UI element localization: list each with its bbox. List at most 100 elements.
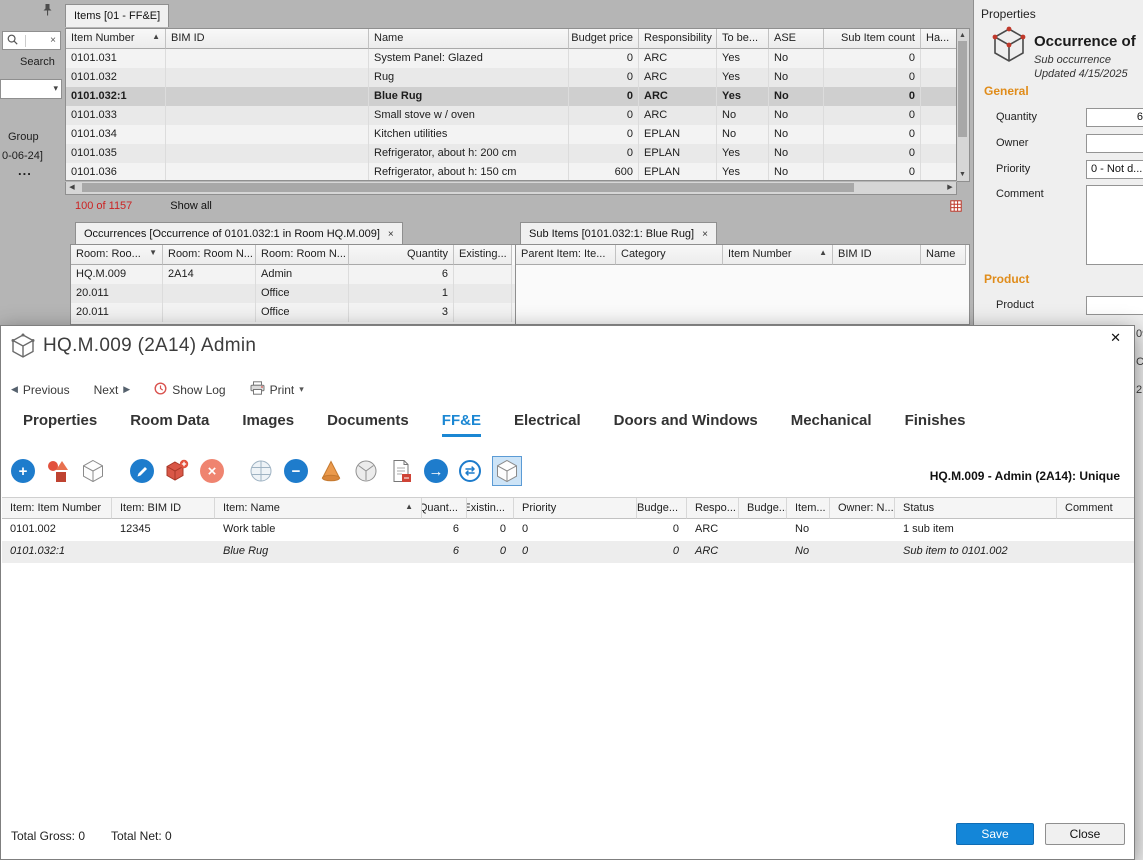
table-row[interactable]: 0101.033Small stove w / oven0ARCNoNo0 [66, 106, 956, 125]
table-row[interactable]: 0101.032Rug0ARCYesNo0 [66, 68, 956, 87]
table-row[interactable]: 0101.032:1Blue Rug6000ARCNoSub item to 0… [2, 541, 1134, 563]
show-all-link[interactable]: Show all [170, 200, 212, 212]
column-header[interactable]: Item: BIM ID [112, 498, 215, 519]
tab-doors-and-windows[interactable]: Doors and Windows [614, 412, 758, 437]
globe-icon[interactable] [354, 459, 378, 483]
column-header[interactable]: Quant... [422, 498, 467, 519]
column-header[interactable]: ASE [769, 29, 824, 49]
add-product-icon[interactable] [165, 459, 189, 483]
close-icon[interactable]: ✕ [1110, 330, 1121, 346]
close-icon[interactable]: × [388, 229, 394, 240]
column-header[interactable]: Room: Room N... [256, 245, 349, 265]
tab-documents[interactable]: Documents [327, 412, 409, 437]
save-button[interactable]: Save [956, 823, 1034, 845]
column-header[interactable]: Owner: N... [830, 498, 895, 519]
column-header[interactable]: Priority [514, 498, 637, 519]
table-row[interactable]: HQ.M.0092A14Admin6 [71, 265, 516, 284]
search-icon[interactable] [7, 34, 18, 48]
bim-view-icon[interactable] [492, 456, 522, 486]
column-header[interactable]: BIM ID [833, 245, 921, 265]
table-row[interactable]: 0101.034Kitchen utilities0EPLANNoNo0 [66, 125, 956, 144]
tab-sub-items[interactable]: Sub Items [0101.032:1: Blue Rug] × [520, 222, 717, 245]
edit-icon[interactable] [130, 459, 154, 483]
table-row[interactable]: 0101.031System Panel: Glazed0ARCYesNo0 [66, 49, 956, 68]
close-button[interactable]: Close [1045, 823, 1125, 845]
sync-icon[interactable]: ⇄ [459, 460, 481, 482]
owner-input[interactable] [1086, 134, 1143, 153]
tab-finishes[interactable]: Finishes [905, 412, 966, 437]
tab-properties[interactable]: Properties [23, 412, 97, 437]
grid-icon[interactable] [950, 200, 962, 212]
scroll-down-icon[interactable]: ▼ [957, 169, 968, 180]
column-header[interactable]: To be... [717, 29, 769, 49]
tab-occurrences[interactable]: Occurrences [Occurrence of 0101.032:1 in… [75, 222, 403, 245]
scrollbar-thumb[interactable] [958, 41, 967, 137]
table-row[interactable]: 0101.035Refrigerator, about h: 200 cm0EP… [66, 144, 956, 163]
table-row[interactable]: 0101.036Refrigerator, about h: 150 cm600… [66, 163, 956, 181]
vertical-scrollbar[interactable]: ▲ ▼ [957, 28, 970, 182]
column-header[interactable]: Item Number▲ [66, 29, 166, 49]
column-header[interactable]: Respo... [687, 498, 739, 519]
report-icon[interactable] [389, 459, 413, 483]
scroll-left-icon[interactable]: ◀ [66, 182, 78, 193]
delete-icon[interactable]: × [200, 459, 224, 483]
column-header[interactable]: Room: Room N... [163, 245, 256, 265]
column-header[interactable]: Budget price [569, 29, 639, 49]
column-header[interactable]: Name [921, 245, 966, 265]
column-header[interactable]: Quantity [349, 245, 454, 265]
tab-electrical[interactable]: Electrical [514, 412, 581, 437]
sphere-icon[interactable] [249, 459, 273, 483]
table-row[interactable]: 0101.00212345Work table6000ARCNo1 sub it… [2, 519, 1134, 541]
remove-icon[interactable]: − [284, 459, 308, 483]
show-log-button[interactable]: Show Log [172, 383, 225, 397]
priority-select[interactable]: 0 - Not d... [1086, 160, 1143, 179]
pin-icon[interactable] [42, 3, 53, 19]
tab-room-data[interactable]: Room Data [130, 412, 209, 437]
quantity-input[interactable]: 6 [1086, 108, 1143, 127]
table-row[interactable]: 20.011Office3 [71, 303, 516, 322]
add-icon[interactable]: + [11, 459, 35, 483]
column-header[interactable]: BIM ID [166, 29, 369, 49]
column-header[interactable]: Item: Name▲ [215, 498, 422, 519]
tab-images[interactable]: Images [242, 412, 294, 437]
filter-dropdown[interactable]: ▾ [0, 79, 62, 99]
column-header[interactable]: Item: Budge... [637, 498, 687, 519]
table-row[interactable]: 20.011Office1 [71, 284, 516, 303]
tab-ff-e[interactable]: FF&E [442, 412, 481, 437]
column-header[interactable]: Responsibility [639, 29, 717, 49]
scroll-right-icon[interactable]: ▶ [944, 182, 956, 193]
column-header[interactable]: Comment [1057, 498, 1134, 519]
scrollbar-thumb[interactable] [82, 183, 854, 192]
forward-icon[interactable]: → [424, 459, 448, 483]
next-button[interactable]: Next [94, 383, 119, 397]
clear-search-icon[interactable]: × [50, 35, 56, 46]
close-icon[interactable]: × [702, 229, 708, 240]
comment-textarea[interactable] [1086, 185, 1143, 265]
table-row[interactable]: 0101.032:1Blue Rug0ARCYesNo0 [66, 87, 956, 106]
column-header[interactable]: Status [895, 498, 1057, 519]
cube-icon[interactable] [81, 459, 105, 483]
column-header[interactable]: Room: Roo...▼ [71, 245, 163, 265]
column-header[interactable]: Parent Item: Ite... [516, 245, 616, 265]
column-header[interactable]: Budge... [739, 498, 787, 519]
column-header[interactable]: Item... [787, 498, 830, 519]
previous-button[interactable]: Previous [23, 383, 70, 397]
column-header[interactable]: Item Number▲ [723, 245, 833, 265]
search-box[interactable]: × [2, 31, 61, 50]
cone-icon[interactable] [319, 459, 343, 483]
scroll-up-icon[interactable]: ▲ [957, 30, 968, 41]
column-header[interactable]: Name [369, 29, 569, 49]
column-header[interactable]: Ha... [921, 29, 957, 49]
tab-mechanical[interactable]: Mechanical [791, 412, 872, 437]
column-header[interactable]: Item: Item Number [2, 498, 112, 519]
print-dropdown-caret-icon[interactable]: ▾ [299, 384, 304, 395]
column-header[interactable]: Sub Item count [824, 29, 921, 49]
product-input[interactable] [1086, 296, 1143, 315]
more-button[interactable]: ... [18, 163, 32, 178]
print-button[interactable]: Print [270, 383, 295, 397]
horizontal-scrollbar[interactable]: ◀ ▶ [65, 182, 957, 195]
column-header[interactable]: Existin... [467, 498, 514, 519]
column-header[interactable]: Category [616, 245, 723, 265]
column-header[interactable]: Existing... [454, 245, 512, 265]
shapes-icon[interactable] [46, 459, 70, 483]
